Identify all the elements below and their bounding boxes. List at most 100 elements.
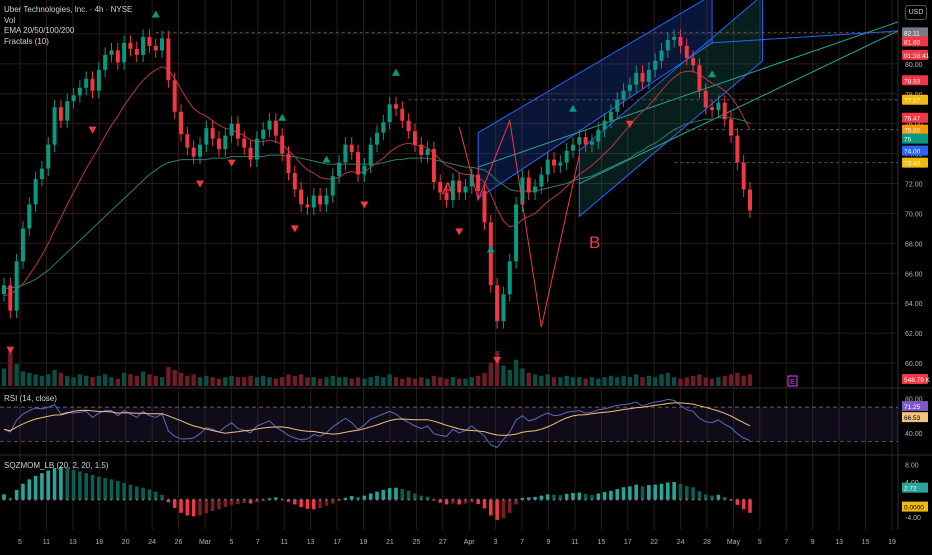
sqzmom-dot — [426, 498, 429, 501]
volume-bar — [463, 378, 468, 386]
candle-body — [741, 162, 746, 190]
vol-legend[interactable]: Vol — [4, 16, 132, 27]
symbol-title[interactable]: Uber Technologies, Inc. · 4h · NYSE — [4, 5, 132, 16]
candle-body — [400, 108, 405, 121]
volume-bar — [722, 375, 727, 386]
candle-body — [286, 153, 291, 174]
sqzmom-bar — [406, 490, 411, 500]
fractal-down-marker — [88, 126, 97, 134]
volume-bar — [121, 372, 127, 386]
time-label: 22 — [650, 539, 658, 546]
sqzmom-dot — [287, 498, 290, 501]
sqzmom-bar — [684, 485, 689, 500]
sqzmom-dot — [515, 498, 518, 501]
volume-bar — [634, 374, 639, 386]
volume-bar — [83, 375, 89, 386]
sqzmom-dot — [110, 498, 113, 501]
time-label: May — [727, 539, 741, 546]
sqzmom-dot — [47, 498, 50, 501]
sqzmom-bar — [147, 489, 152, 500]
price-chart[interactable]: ABE 82.0080.0078.0076.0074.0072.0070.006… — [0, 0, 932, 550]
sqzmom-bar — [305, 499, 310, 509]
sqzmom-dot — [445, 498, 448, 501]
sqzmom-bar — [103, 478, 107, 500]
currency-button[interactable]: USD — [905, 5, 927, 20]
time-label: Apr — [464, 539, 476, 546]
volume-bar — [109, 377, 114, 386]
candle-body — [160, 38, 165, 51]
sqzmom-dot — [15, 498, 18, 501]
candle-body — [545, 159, 550, 175]
rsi-ma-text: 66.53 — [904, 415, 921, 422]
candle-body — [419, 144, 424, 156]
sqzmom-dot — [255, 498, 258, 501]
sqzmom-dot — [97, 498, 100, 501]
price-tag-text: 82.11 — [904, 30, 920, 37]
sqzmom-dot — [66, 498, 69, 501]
sqzmom-bar — [198, 499, 202, 516]
candle-body — [596, 129, 601, 142]
volume-bar — [539, 375, 544, 386]
sqzmom-dot — [521, 498, 524, 501]
candle-body — [495, 285, 500, 322]
candle-body — [665, 39, 670, 51]
fractals-legend[interactable]: Fractals (10) — [4, 37, 132, 48]
time-label: 25 — [412, 539, 420, 546]
sqzmom-dot — [584, 498, 587, 501]
sqzmom-bar — [311, 499, 316, 510]
sqzmom-dot — [432, 498, 435, 501]
volume-bar — [267, 377, 272, 386]
volume-bar — [621, 375, 626, 386]
price-tag-text: 75 — [904, 137, 912, 144]
sqzmom-bar — [400, 489, 405, 500]
sqzmom-bar — [495, 499, 499, 520]
sqzmom-bar — [394, 487, 398, 500]
candle-body — [84, 78, 89, 88]
sqzmom-dot — [502, 498, 505, 501]
sqzmom-dot — [458, 498, 461, 501]
sqzmom-dot — [28, 498, 31, 501]
volume-bar — [690, 375, 696, 386]
candle-body — [27, 204, 32, 229]
ema-legend[interactable]: EMA 20/50/100/200 — [4, 26, 132, 37]
candle-body — [58, 107, 63, 121]
sqzmom-dot — [730, 498, 733, 501]
sqzmom-dot — [666, 498, 669, 501]
price-tag-text: 76.47 — [904, 116, 921, 123]
chart-stage[interactable]: ABE 82.0080.0078.0076.0074.0072.0070.006… — [0, 0, 932, 550]
sqzmom-pane — [2, 467, 752, 520]
sqzmom-dot — [647, 498, 650, 501]
rsi-legend[interactable]: RSI (14, close) — [4, 394, 57, 403]
sqzmom-bar — [210, 499, 215, 512]
candle-body — [71, 95, 76, 102]
sqzmom-dot — [660, 498, 663, 501]
candle-body — [280, 135, 285, 154]
sqzmom-dot — [464, 498, 467, 501]
sqzmom-dot — [590, 498, 593, 501]
volume-bar — [71, 377, 76, 386]
sqzmom-legend[interactable]: SQZMOM_LB (20, 2, 20, 1.5) — [4, 461, 108, 470]
candle-body — [52, 107, 57, 145]
volume-bar — [147, 374, 152, 386]
sqzmom-bar — [640, 486, 645, 500]
fractal-down-marker — [227, 159, 236, 167]
candle-body — [254, 138, 259, 160]
volume-bar — [349, 378, 354, 386]
candle-body — [166, 38, 171, 81]
volume-bar — [501, 365, 506, 386]
time-label: 15 — [597, 539, 605, 546]
volume-bar — [615, 377, 620, 386]
sqzmom-dot — [230, 498, 233, 501]
sqzmom-dot — [597, 498, 600, 501]
sqzmom-dot — [698, 498, 701, 501]
sqzmom-bar — [602, 492, 607, 500]
time-label: 28 — [703, 539, 711, 546]
candle-body — [210, 128, 215, 139]
sqzmom-dot — [3, 498, 5, 501]
sqzmom-dot — [635, 498, 638, 501]
volume-bar — [450, 377, 456, 386]
sqzmom-bar — [153, 491, 158, 500]
sqzmom-bar — [501, 499, 506, 519]
sqzmom-bar — [59, 467, 63, 500]
volume-bar — [128, 374, 133, 386]
